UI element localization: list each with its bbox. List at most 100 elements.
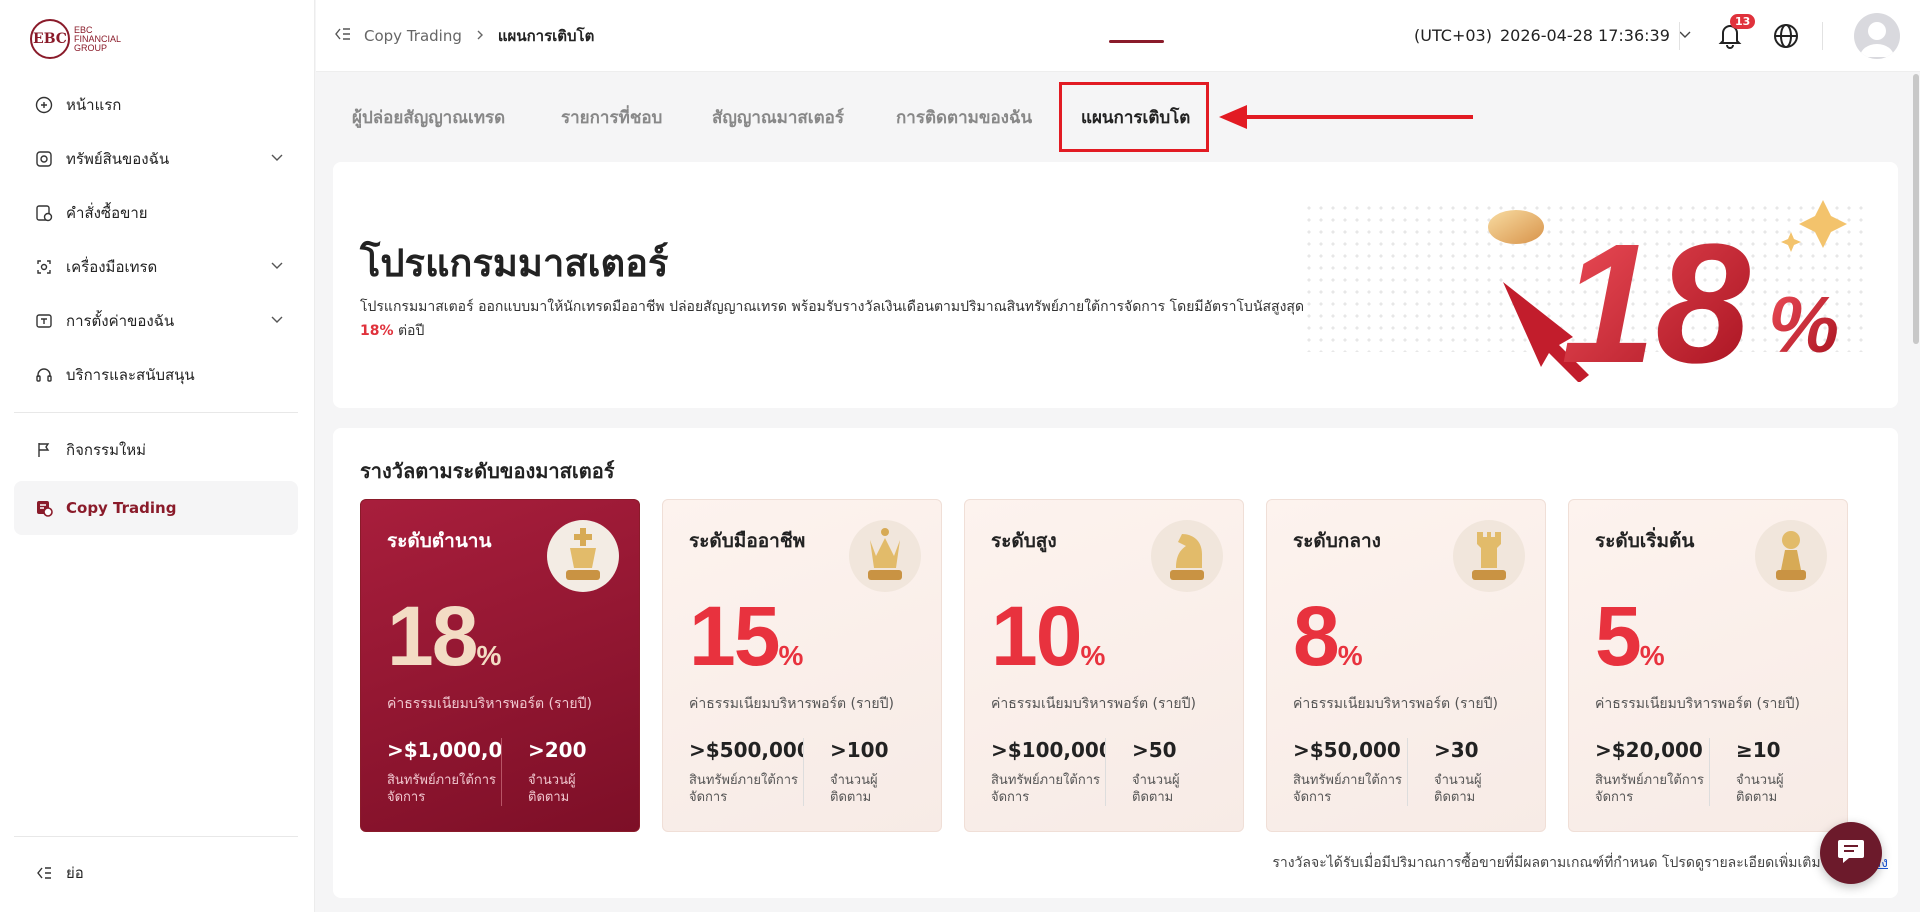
tier-card-professional: ระดับมืออาชีพ 15% ค่าธรรมเนียมบริหารพอร์… bbox=[662, 499, 942, 832]
tier-card-beginner: ระดับเริ่มต้น 5% ค่าธรรมเนียมบริหารพอร์ต… bbox=[1568, 499, 1848, 832]
chevron-down-icon bbox=[270, 150, 284, 168]
followers-label: จำนวนผู้ติดตาม bbox=[1434, 773, 1482, 805]
sidebar-item-assets[interactable]: ทรัพย์สินของฉัน bbox=[14, 132, 298, 186]
sidebar-item-orders[interactable]: คำสั่งซื้อขาย bbox=[14, 186, 298, 240]
aum-label: สินทรัพย์ภายใต้การจัดการ bbox=[1293, 773, 1402, 805]
aum-value: >$20,000 bbox=[1595, 738, 1703, 762]
tier-rate: 15% bbox=[689, 588, 803, 685]
rate-number: 18 bbox=[387, 589, 478, 683]
tier-card-intermediate: ระดับกลาง 8% ค่าธรรมเนียมบริหารพอร์ต (รา… bbox=[1266, 499, 1546, 832]
tier-name: ระดับสูง bbox=[991, 530, 1057, 552]
aum-label: สินทรัพย์ภายใต้การจัดการ bbox=[1595, 773, 1704, 805]
scrollbar[interactable] bbox=[1913, 74, 1919, 344]
aum-label: สินทรัพย์ภายใต้การจัดการ bbox=[387, 773, 496, 805]
stat-divider bbox=[803, 738, 804, 806]
percent-sign: % bbox=[476, 640, 502, 671]
sidebar-nav: หน้าแรก ทรัพย์สินของฉัน คำสั่งซื้อขาย เค… bbox=[14, 78, 298, 535]
tier-rate: 5% bbox=[1595, 588, 1665, 685]
followers-label: จำนวนผู้ติดตาม bbox=[528, 773, 576, 805]
menu-fold-icon[interactable] bbox=[334, 25, 352, 47]
language-selector[interactable] bbox=[1772, 22, 1800, 54]
rate-number: 8 bbox=[1293, 589, 1340, 683]
tab-my-following[interactable]: การติดตามของฉัน bbox=[896, 104, 1032, 131]
percent-sign: % bbox=[1080, 640, 1106, 671]
sidebar-item-settings[interactable]: การตั้งค่าของฉัน bbox=[14, 294, 298, 348]
chat-support-button[interactable] bbox=[1820, 822, 1882, 884]
sidebar-item-tools[interactable]: เครื่องมือเทรด bbox=[14, 240, 298, 294]
tab-master-signals[interactable]: สัญญาณมาสเตอร์ bbox=[712, 104, 844, 131]
chevron-right-icon bbox=[474, 27, 486, 45]
globe-icon bbox=[1772, 24, 1800, 54]
sidebar-item-copy-trading[interactable]: Copy Trading bbox=[14, 481, 298, 535]
footnote-text: รางวัลจะได้รับเมื่อมีปริมาณการซื้อขายที่… bbox=[1272, 855, 1838, 871]
datetime-display: 2026-04-28 17:36:39 bbox=[1499, 26, 1670, 45]
rewards-footnote: รางวัลจะได้รับเมื่อมีปริมาณการซื้อขายที่… bbox=[1272, 852, 1888, 874]
max-rate: 18% bbox=[360, 323, 394, 339]
tier-rate: 10% bbox=[991, 588, 1105, 685]
tab-favorites[interactable]: รายการที่ชอบ bbox=[561, 104, 662, 131]
king-piece-icon bbox=[547, 520, 619, 592]
sidebar-item-support[interactable]: บริการและสนับสนุน bbox=[14, 348, 298, 402]
annotation-arrow bbox=[1219, 105, 1473, 129]
tier-name: ระดับกลาง bbox=[1293, 530, 1381, 552]
followers-label: จำนวนผู้ติดตาม bbox=[1736, 773, 1784, 805]
followers-value: >50 bbox=[1132, 738, 1177, 762]
chevron-down-icon bbox=[270, 258, 284, 276]
stat-divider bbox=[1105, 738, 1106, 806]
sidebar-item-events[interactable]: กิจกรรมใหม่ bbox=[14, 423, 298, 477]
settings-icon bbox=[34, 311, 54, 331]
section-title: รางวัลตามระดับของมาสเตอร์ bbox=[360, 459, 615, 483]
sparkle-icon bbox=[1781, 232, 1801, 252]
sidebar-divider bbox=[14, 412, 298, 413]
tab-signal-providers[interactable]: ผู้ปล่อยสัญญาณเทรด bbox=[352, 104, 505, 131]
orders-icon bbox=[34, 203, 54, 223]
sidebar-item-home[interactable]: หน้าแรก bbox=[14, 78, 298, 132]
followers-label: จำนวนผู้ติดตาม bbox=[830, 773, 878, 805]
queen-piece-icon bbox=[849, 520, 921, 592]
breadcrumb: Copy Trading แผนการเติบโต bbox=[334, 24, 594, 48]
sidebar: EBC EBC FINANCIAL GROUP หน้าแรก ทรัพย์สิ… bbox=[0, 0, 315, 912]
tier-name: ระดับเริ่มต้น bbox=[1595, 530, 1695, 552]
collapse-icon bbox=[34, 863, 54, 883]
fee-label: ค่าธรรมเนียมบริหารพอร์ต (รายปี) bbox=[689, 696, 894, 712]
rate-number: 10 bbox=[991, 589, 1082, 683]
fee-label: ค่าธรรมเนียมบริหารพอร์ต (รายปี) bbox=[991, 696, 1196, 712]
chevron-down-icon bbox=[1678, 26, 1692, 45]
rook-piece-icon bbox=[1453, 520, 1525, 592]
sidebar-item-label: กิจกรรมใหม่ bbox=[66, 441, 147, 459]
flag-icon bbox=[34, 440, 54, 460]
followers-value: ≥10 bbox=[1736, 738, 1781, 762]
fee-label: ค่าธรรมเนียมบริหารพอร์ต (รายปี) bbox=[387, 696, 592, 712]
aum-value: >$100,000 bbox=[991, 738, 1105, 762]
page-title: โปรแกรมมาสเตอร์ bbox=[360, 241, 669, 285]
banner-description: โปรแกรมมาสเตอร์ ออกแบบมาให้นักเทรดมืออาช… bbox=[360, 295, 1360, 343]
stat-divider bbox=[1407, 738, 1408, 806]
aum-label: สินทรัพย์ภายใต้การจัดการ bbox=[991, 773, 1100, 805]
home-icon bbox=[34, 95, 54, 115]
logo-mark: EBC bbox=[30, 19, 70, 59]
logo-text: EBC FINANCIAL GROUP bbox=[74, 24, 121, 53]
avatar[interactable] bbox=[1854, 13, 1900, 59]
notification-badge: 13 bbox=[1730, 14, 1756, 29]
art-percent: % bbox=[1768, 280, 1839, 369]
collapse-sidebar[interactable]: ย่อ bbox=[14, 836, 298, 885]
logo[interactable]: EBC EBC FINANCIAL GROUP bbox=[30, 19, 124, 59]
assets-icon bbox=[34, 149, 54, 169]
timezone-label: (UTC+03) bbox=[1414, 26, 1492, 45]
fee-label: ค่าธรรมเนียมบริหารพอร์ต (รายปี) bbox=[1293, 696, 1498, 712]
sparkle-icon bbox=[1799, 200, 1847, 248]
description-tail: ต่อปี bbox=[393, 323, 425, 339]
banner-18-percent-art: 18 % bbox=[1488, 200, 1847, 382]
stat-divider bbox=[1709, 738, 1710, 806]
sidebar-item-label: Copy Trading bbox=[66, 499, 177, 517]
percent-sign: % bbox=[1639, 640, 1665, 671]
master-tier-rewards: รางวัลตามระดับของมาสเตอร์ ระดับตำนาน 18%… bbox=[333, 428, 1898, 898]
timezone-selector[interactable]: (UTC+03) 2026-04-28 17:36:39 bbox=[1414, 26, 1692, 45]
sidebar-item-label: หน้าแรก bbox=[66, 96, 122, 114]
collapse-button[interactable]: ย่อ bbox=[14, 861, 298, 885]
sidebar-item-label: บริการและสนับสนุน bbox=[66, 366, 195, 384]
fee-label: ค่าธรรมเนียมบริหารพอร์ต (รายปี) bbox=[1595, 696, 1800, 712]
notification-bell[interactable]: 13 bbox=[1716, 14, 1756, 54]
sidebar-item-label: เครื่องมือเทรด bbox=[66, 258, 158, 276]
breadcrumb-parent[interactable]: Copy Trading bbox=[364, 27, 462, 45]
